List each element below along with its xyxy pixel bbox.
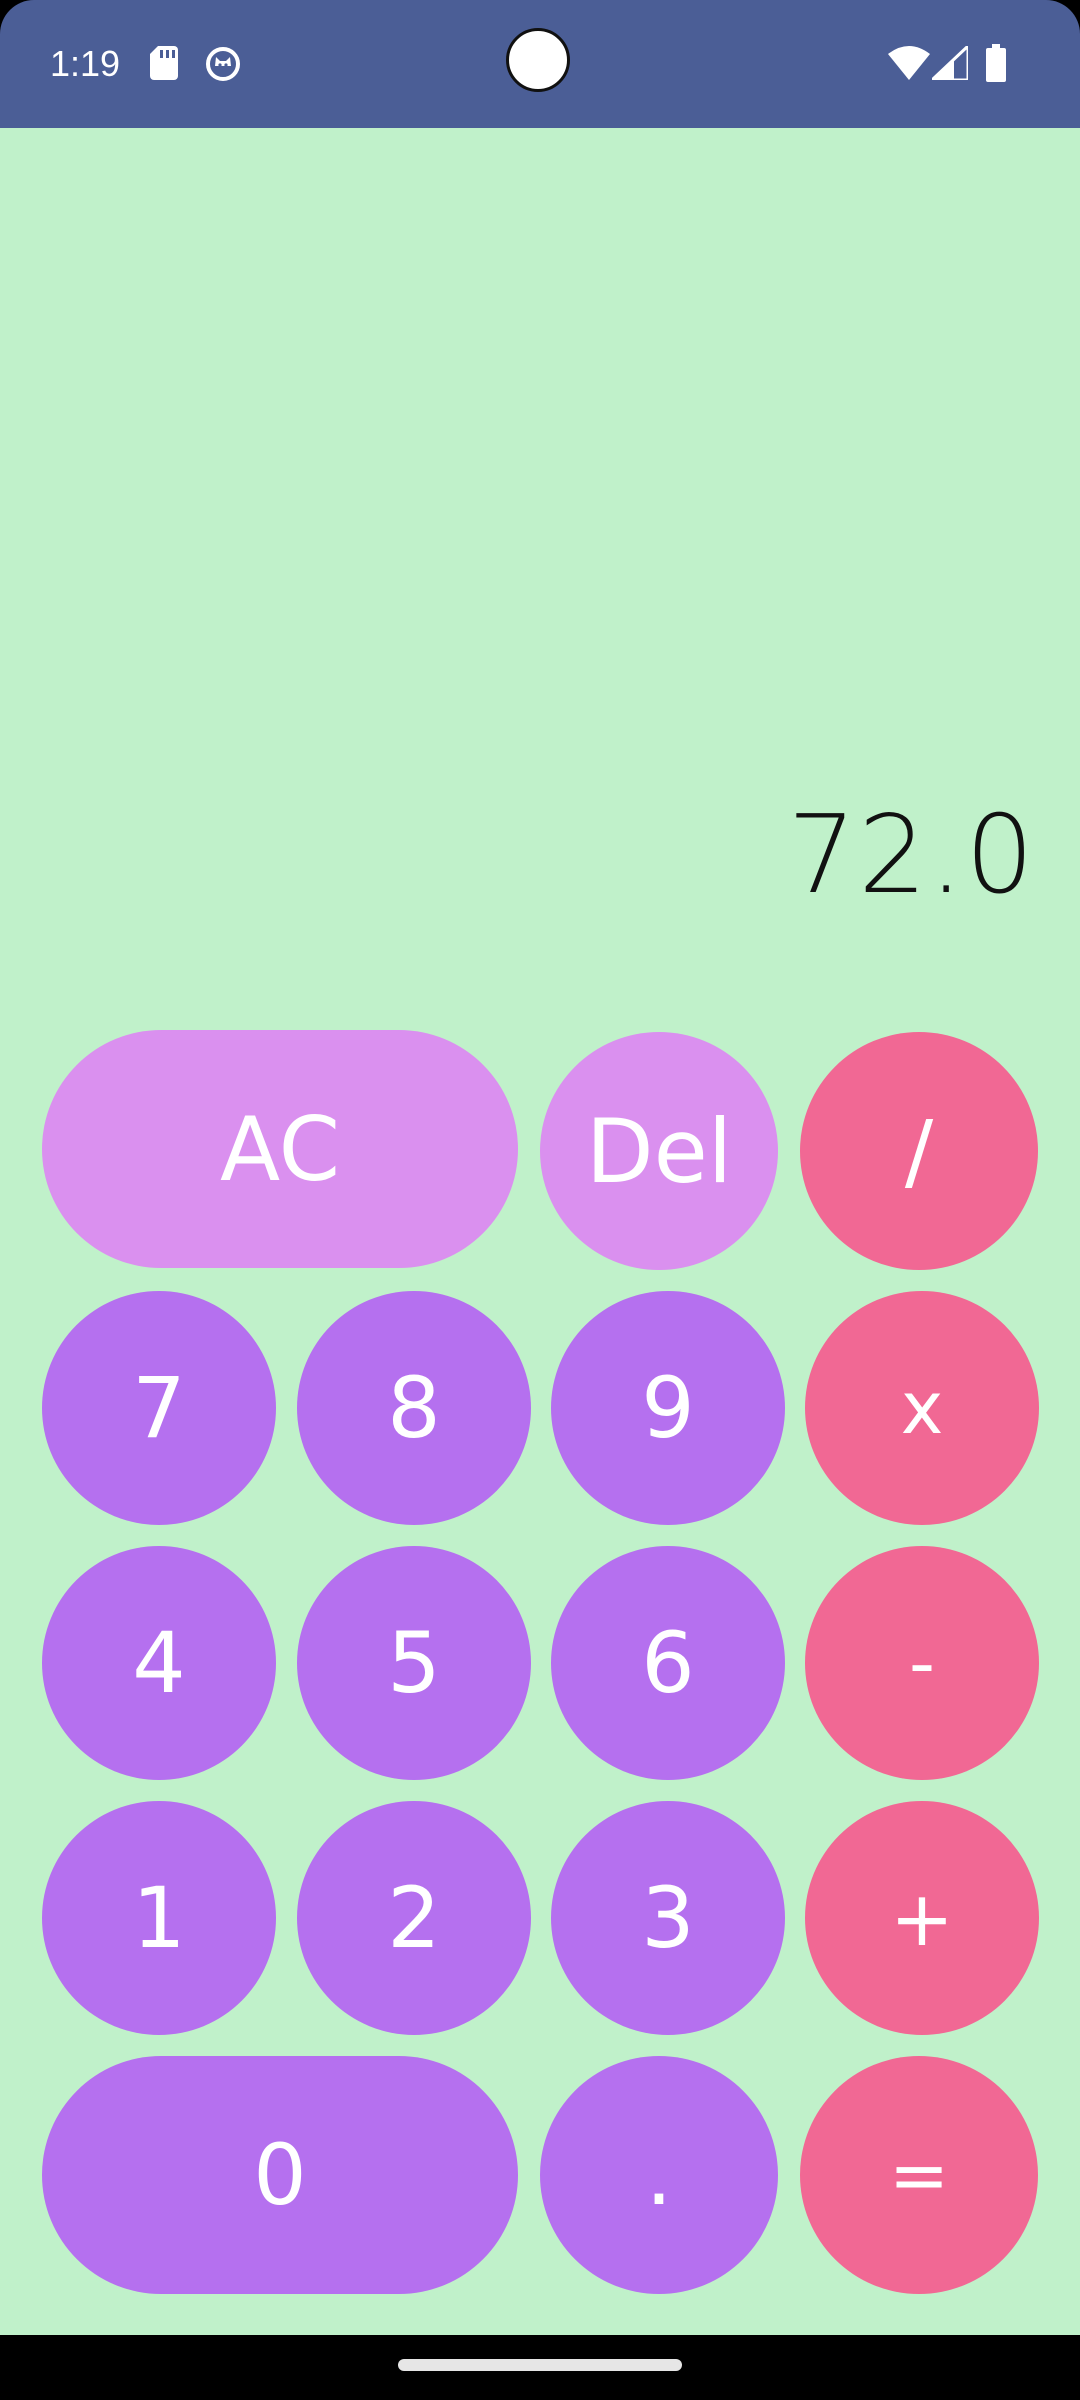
minus-button[interactable]: - [805,1546,1039,1780]
digit-0-button[interactable]: 0 [42,2056,518,2294]
all-clear-button[interactable]: AC [42,1030,518,1268]
divide-button[interactable]: / [800,1032,1038,1270]
digit-9-button[interactable]: 9 [551,1291,785,1525]
plus-button[interactable]: + [805,1801,1039,2035]
calculator-app: 72.0 AC Del / 7 8 9 x 4 5 6 - 1 2 3 + 0 … [0,128,1080,2335]
camera-cutout [506,28,570,92]
cat-icon [206,47,240,81]
multiply-button[interactable]: x [805,1291,1039,1525]
digit-5-button[interactable]: 5 [297,1546,531,1780]
signal-icon [932,46,968,80]
status-bar: 1:19 [0,0,1080,128]
result-display: 72.0 [787,793,1036,918]
decimal-point-button[interactable]: . [540,2056,778,2294]
delete-button[interactable]: Del [540,1032,778,1270]
status-time: 1:19 [50,43,121,84]
sd-card-icon [150,46,178,80]
wifi-icon [888,46,930,80]
home-gesture-handle[interactable] [398,2359,682,2371]
digit-6-button[interactable]: 6 [551,1546,785,1780]
battery-icon [986,44,1006,82]
navigation-bar [0,2335,1080,2400]
equals-button[interactable]: = [800,2056,1038,2294]
digit-3-button[interactable]: 3 [551,1801,785,2035]
digit-1-button[interactable]: 1 [42,1801,276,2035]
digit-2-button[interactable]: 2 [297,1801,531,2035]
digit-4-button[interactable]: 4 [42,1546,276,1780]
digit-8-button[interactable]: 8 [297,1291,531,1525]
digit-7-button[interactable]: 7 [42,1291,276,1525]
